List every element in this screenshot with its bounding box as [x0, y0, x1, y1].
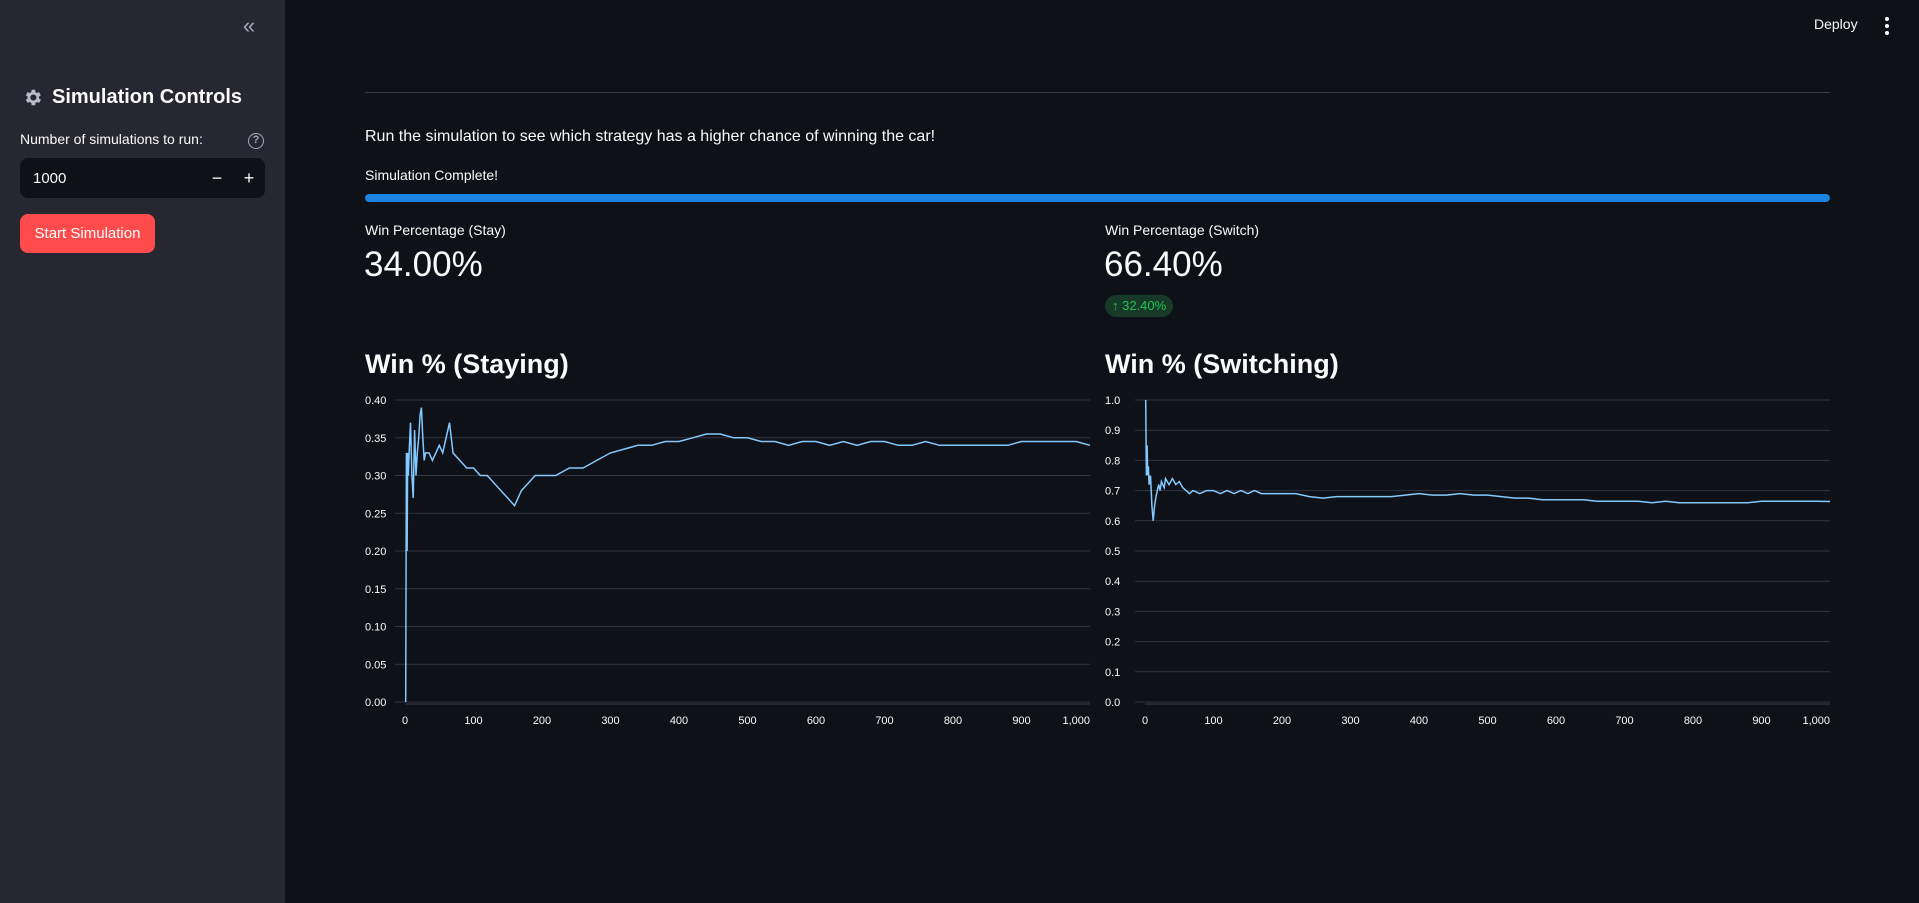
x-tick-label: 200 [533, 715, 551, 727]
y-tick-label: 0.00 [365, 697, 386, 709]
simulations-number-input[interactable]: 1000 − + [20, 158, 265, 198]
divider [365, 92, 1830, 93]
y-tick-label: 0.0 [1105, 697, 1120, 709]
y-tick-label: 0.9 [1105, 425, 1120, 437]
x-tick-label: 1,000 [1062, 715, 1090, 727]
y-tick-label: 0.15 [365, 584, 386, 596]
x-tick-label: 300 [1341, 715, 1359, 727]
x-tick-label: 400 [1410, 715, 1428, 727]
x-tick-label: 500 [1478, 715, 1496, 727]
x-tick-label: 300 [601, 715, 619, 727]
progress-bar [365, 194, 1830, 202]
x-tick-label: 800 [1684, 715, 1702, 727]
y-tick-label: 0.3 [1105, 606, 1120, 618]
chart-switching-title: Win % (Switching) [1105, 349, 1339, 379]
y-tick-label: 0.1 [1105, 667, 1120, 679]
series-line [404, 407, 1091, 703]
simulations-input-value[interactable]: 1000 [20, 170, 201, 187]
sidebar-title-text: Simulation Controls [52, 86, 242, 108]
metric-switch-delta-badge: ↑ 32.40% [1105, 295, 1174, 317]
decrement-button[interactable]: − [201, 158, 233, 198]
metric-stay-label: Win Percentage (Stay) [365, 222, 506, 238]
gear-icon [25, 89, 41, 106]
y-tick-label: 0.7 [1105, 486, 1120, 498]
y-tick-label: 0.10 [365, 622, 386, 634]
y-tick-label: 0.8 [1105, 455, 1120, 467]
metric-switch-label: Win Percentage (Switch) [1105, 222, 1260, 238]
y-tick-label: 0.05 [365, 659, 386, 671]
collapse-sidebar-icon[interactable]: « [236, 14, 262, 40]
x-tick-label: 500 [738, 715, 756, 727]
y-tick-label: 0.4 [1105, 576, 1120, 588]
x-tick-label: 900 [1012, 715, 1030, 727]
metric-switch-value: 66.40% [1104, 245, 1223, 284]
deploy-button[interactable]: Deploy [1814, 16, 1858, 32]
progress-label: Simulation Complete! [365, 167, 499, 183]
y-tick-label: 0.5 [1105, 546, 1120, 558]
more-options-icon[interactable] [1880, 14, 1894, 38]
x-tick-label: 900 [1752, 715, 1770, 727]
x-tick-label: 800 [944, 715, 962, 727]
y-tick-label: 1.0 [1105, 395, 1120, 407]
y-tick-label: 0.6 [1105, 516, 1120, 528]
sidebar: « Simulation Controls Number of simulati… [0, 0, 285, 903]
x-tick-label: 700 [875, 715, 893, 727]
help-icon[interactable]: ? [248, 133, 264, 149]
x-tick-label: 0 [402, 715, 408, 727]
y-tick-label: 0.20 [365, 546, 386, 558]
x-tick-label: 600 [807, 715, 825, 727]
chart-staying-title: Win % (Staying) [365, 349, 569, 379]
y-tick-label: 0.25 [365, 508, 386, 520]
chart-staying: 0.00 0.05 0.10 0.15 0.20 0.25 0.30 0.35 0.40 0 100… [365, 395, 1091, 727]
start-simulation-button[interactable]: Start Simulation [20, 214, 155, 253]
increment-button[interactable]: + [233, 158, 265, 198]
y-tick-label: 0.35 [365, 433, 386, 445]
progress-bar-fill [365, 194, 1830, 202]
sidebar-title: Simulation Controls [22, 86, 242, 109]
x-tick-label: 0 [1142, 715, 1148, 727]
metric-stay-value: 34.00% [364, 245, 483, 284]
y-tick-label: 0.40 [365, 395, 386, 407]
simulations-input-label: Number of simulations to run: [20, 131, 203, 147]
x-tick-label: 600 [1547, 715, 1565, 727]
x-tick-label: 1,000 [1802, 715, 1830, 727]
chart-switching: 0.0 0.1 0.2 0.3 0.4 0.5 0.6 0.7 0.8 0.9 1.0 0 100 200… [1105, 395, 1831, 727]
x-tick-label: 100 [464, 715, 482, 727]
x-tick-label: 400 [670, 715, 688, 727]
x-tick-label: 200 [1273, 715, 1291, 727]
x-tick-label: 100 [1204, 715, 1222, 727]
x-tick-label: 700 [1615, 715, 1633, 727]
y-tick-label: 0.30 [365, 471, 386, 483]
y-tick-label: 0.2 [1105, 637, 1120, 649]
intro-text: Run the simulation to see which strategy… [365, 128, 936, 145]
